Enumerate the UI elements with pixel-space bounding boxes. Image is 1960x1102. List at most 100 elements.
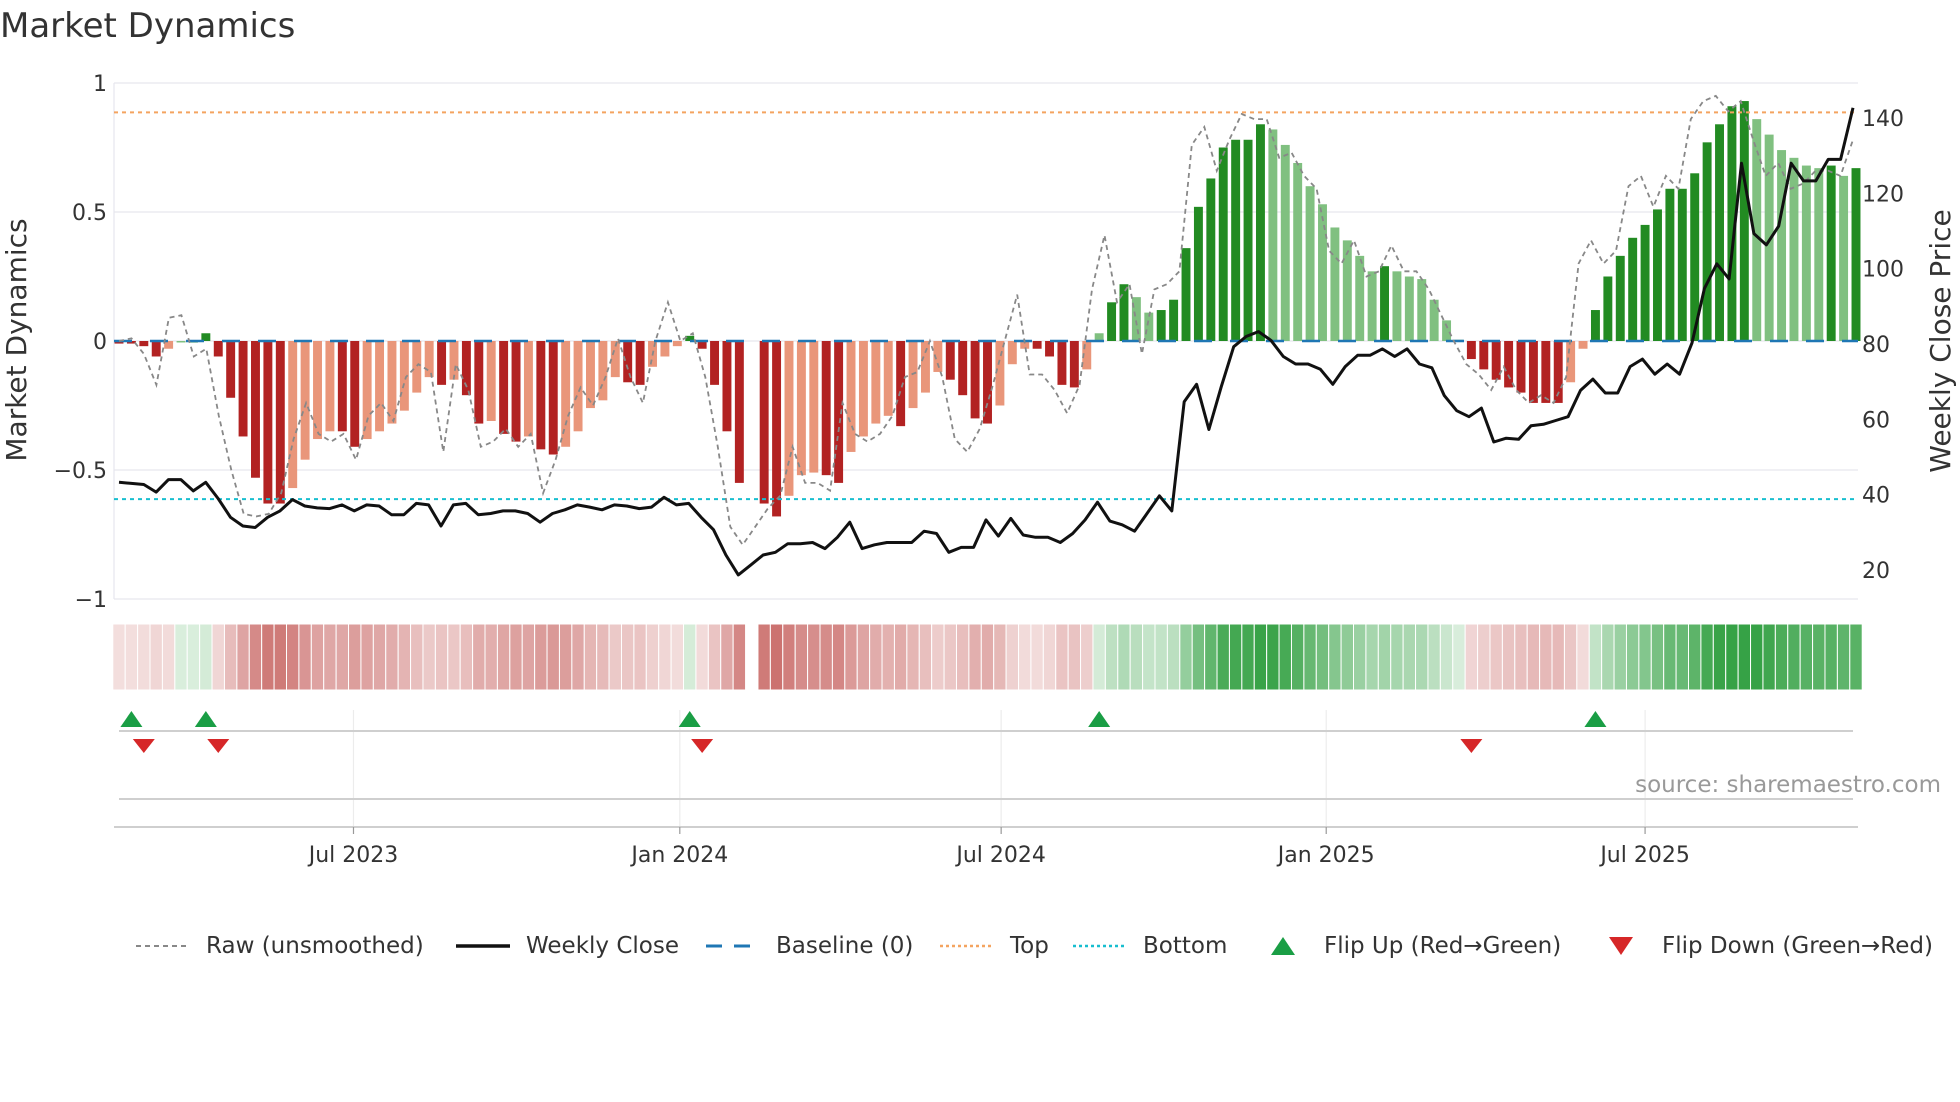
strip-cell [658,623,672,691]
strip-cell [211,623,225,691]
strip-cell [1477,623,1491,691]
bar [1045,341,1055,357]
bar [1305,186,1315,341]
legend-raw[interactable]: Raw (unsmoothed) [134,928,424,964]
flip-up-marker [1088,711,1111,727]
bar [1417,279,1427,341]
solid-line-icon [456,944,510,948]
strip-cell [534,623,548,691]
bar [1032,341,1042,349]
y-tick-label: −0.5 [54,459,107,484]
bar [896,341,906,427]
strip-cell [1042,623,1057,691]
strip-cell [521,623,536,691]
bar [424,341,434,378]
bar [809,341,819,473]
legend-baseline[interactable]: Baseline (0) [704,928,913,964]
legend-weekly-close[interactable]: Weekly Close [454,928,679,964]
flip-up-marker [678,711,701,727]
strip-cell [484,623,498,691]
strip-cell [1501,623,1516,691]
bar [734,341,744,483]
flip-down-marker [207,739,230,753]
x-tick-label: Jul 2023 [307,843,399,868]
strip-cell [1104,623,1119,691]
strip-cell [410,623,424,691]
x-tick-label: Jan 2025 [1276,843,1375,868]
bar [1318,204,1327,341]
triangle-up-icon [1271,937,1295,955]
bar [635,341,645,385]
bar [1243,139,1253,341]
strip-cell [968,623,982,691]
strip-cell [955,623,970,691]
bar [1677,188,1687,341]
bar-series [114,101,1861,517]
bar [846,341,856,452]
x-tick-label: Jul 2024 [954,843,1046,868]
strip-cell [683,623,697,691]
strip-cell [980,623,995,691]
x-tick-label: Jan 2024 [629,843,728,868]
strip-cell [1377,623,1392,691]
strip-cell [1812,623,1826,691]
strip-cell [1278,623,1292,691]
legend-label: Weekly Close [526,933,679,959]
strip-cell [1576,623,1590,691]
bar [1590,310,1600,341]
bar [1789,157,1799,341]
dotted-line-icon [940,944,994,948]
legend-label: Flip Up (Red→Green) [1324,933,1562,959]
strip-cell [1725,623,1739,691]
bar [325,341,335,432]
strip-cell [1588,623,1603,691]
legend-top[interactable]: Top [938,928,1049,964]
strip-cell [1638,623,1652,691]
bar [176,341,186,343]
bar [759,341,769,504]
strip-cell [695,623,709,691]
strip-cell [1700,623,1714,691]
bar [213,341,223,357]
strip-cell [794,623,809,691]
strip-cell [509,623,523,691]
strip-cell [1402,623,1417,691]
bar [362,341,372,440]
strip-cell [285,623,300,691]
strip-cell [186,623,201,691]
bar [1392,271,1402,341]
bar [1628,237,1638,341]
bar [710,341,720,385]
bar [1144,312,1154,341]
strip-cell [856,623,871,691]
bar [511,341,521,442]
strip-cell [149,623,163,691]
dashed-line-icon [136,945,190,947]
strip-cell [1067,623,1082,691]
strip-cell [931,623,945,691]
strip-cell [596,623,610,691]
bar [1231,139,1241,341]
strip-cell [1191,623,1206,691]
legend-flip-up[interactable]: Flip Up (Red→Green) [1268,928,1561,964]
bar [983,341,992,424]
bar [586,341,595,409]
legend-label: Bottom [1143,933,1228,959]
strip-cell [174,623,188,691]
strip-cell [1179,623,1193,691]
bar [858,341,868,437]
bar [1615,255,1625,341]
bar [1516,341,1526,393]
legend-flip-down[interactable]: Flip Down (Green→Red) [1606,928,1933,964]
strip-cell [223,623,238,691]
y2-tick-label: 20 [1862,559,1890,584]
y2-tick-label: 140 [1862,107,1904,132]
bar [1169,299,1179,341]
strip-cell [1390,623,1404,691]
strip-cell [1675,623,1690,691]
legend-bottom[interactable]: Bottom [1071,928,1227,964]
bar [561,341,571,447]
strip-cell [807,623,821,691]
bar [1007,341,1017,365]
bar [821,341,831,476]
